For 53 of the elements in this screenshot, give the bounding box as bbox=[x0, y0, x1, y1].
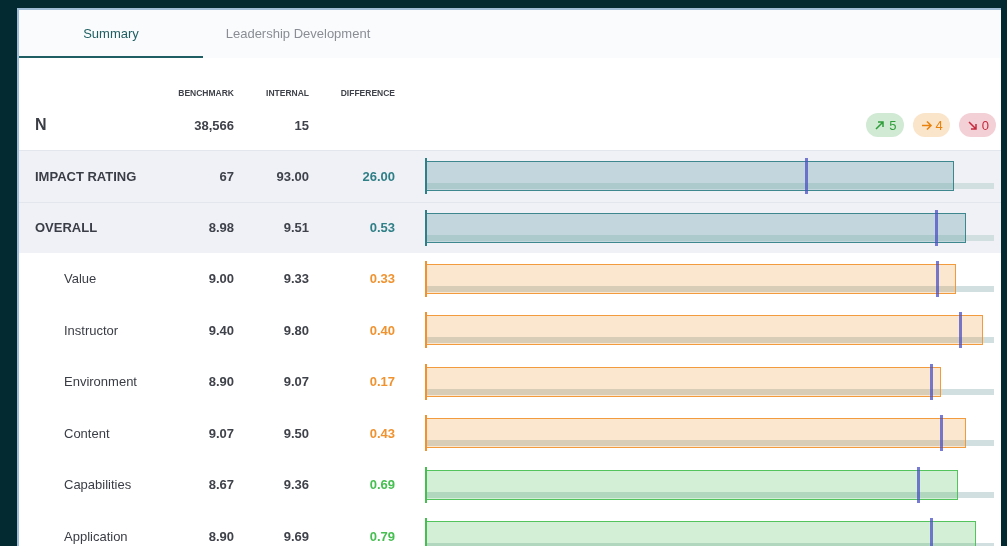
table-cell-text: 26.00 bbox=[361, 168, 395, 184]
down-right-arrow-icon bbox=[965, 118, 979, 132]
row-label: Value bbox=[63, 271, 98, 287]
column-header: BENCHMARK bbox=[177, 88, 234, 98]
table-cell-text: 8.90 bbox=[207, 528, 234, 544]
table-cell-text: 0.17 bbox=[368, 374, 395, 390]
count-badge: 5 bbox=[866, 113, 904, 137]
table-cell-text: 0.40 bbox=[368, 322, 395, 338]
axis-line bbox=[425, 158, 427, 195]
count-badge: 0 bbox=[958, 113, 996, 137]
axis-line bbox=[425, 260, 427, 297]
table-cell-text: 9.50 bbox=[282, 425, 309, 441]
table-cell-text: 9.36 bbox=[282, 477, 309, 493]
row-label: Application bbox=[63, 528, 129, 544]
table-cell-text: 0.43 bbox=[368, 425, 395, 441]
table-cell-text: 0.69 bbox=[368, 477, 395, 493]
table-cell-text: 9.07 bbox=[207, 425, 234, 441]
axis-line bbox=[425, 209, 427, 246]
row-label: Capabilities bbox=[63, 477, 133, 493]
tab[interactable]: Summary bbox=[19, 10, 203, 58]
table-cell-text: 9.40 bbox=[207, 322, 234, 338]
up-right-arrow-icon bbox=[873, 118, 887, 132]
row-label: N bbox=[35, 116, 48, 134]
row-label: Environment bbox=[63, 374, 138, 390]
row-label: IMPACT RATING bbox=[35, 168, 138, 184]
table-cell-text: 0.79 bbox=[368, 528, 395, 544]
table-cell-text: 8.67 bbox=[207, 477, 234, 493]
table-cell-text: 38,566 bbox=[193, 117, 234, 133]
table-cell-text: 9.69 bbox=[282, 528, 309, 544]
axis-line bbox=[425, 466, 427, 503]
axis-line bbox=[425, 312, 427, 349]
table-cell-text: 9.00 bbox=[207, 271, 234, 287]
column-header: DIFFERENCE bbox=[339, 88, 395, 98]
axis-line bbox=[425, 363, 427, 400]
table-cell-text: 9.33 bbox=[282, 271, 309, 287]
table-cell-text: 8.98 bbox=[207, 220, 234, 236]
table-cell-text: 67 bbox=[218, 168, 234, 184]
table-cell-text: 9.51 bbox=[282, 220, 309, 236]
table-cell-text: 93.00 bbox=[275, 168, 309, 184]
table-cell-text: 8.90 bbox=[207, 374, 234, 390]
right-arrow-icon bbox=[919, 118, 933, 132]
table-cell-text: 0.33 bbox=[368, 271, 395, 287]
column-header: INTERNAL bbox=[265, 88, 309, 98]
row-label: OVERALL bbox=[35, 220, 99, 236]
row-label: Content bbox=[63, 425, 111, 441]
table-cell-text: 0.53 bbox=[368, 220, 395, 236]
row-label: Instructor bbox=[63, 322, 120, 338]
axis-line bbox=[425, 518, 427, 546]
count-badge: 4 bbox=[912, 113, 950, 137]
table-cell-text: 9.07 bbox=[282, 374, 309, 390]
axis-line bbox=[425, 415, 427, 452]
table-cell-text: 15 bbox=[293, 117, 309, 133]
table-cell-text: 9.80 bbox=[282, 322, 309, 338]
